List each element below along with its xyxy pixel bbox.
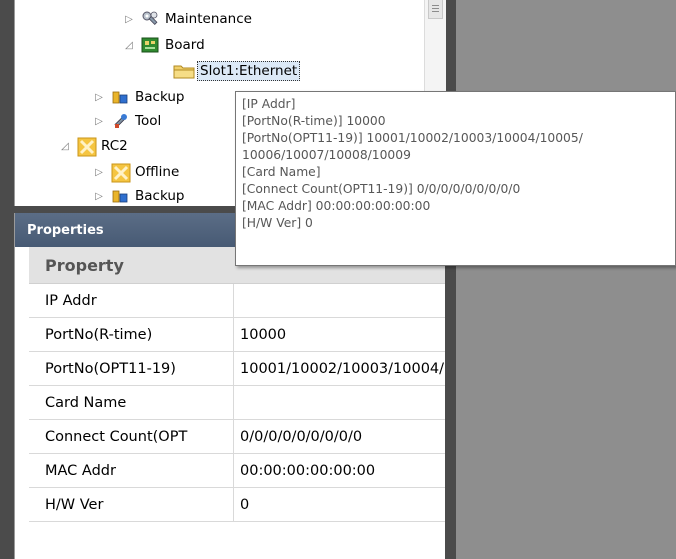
property-value[interactable]: 10000 <box>234 318 445 351</box>
table-row[interactable]: Connect Count(OPT 0/0/0/0/0/0/0/0/0 <box>29 420 445 454</box>
grip-line <box>432 5 439 6</box>
property-value[interactable] <box>234 284 445 317</box>
property-name: Card Name <box>29 386 234 419</box>
maintenance-icon <box>141 10 159 28</box>
offline-icon <box>111 163 131 183</box>
grip-line <box>432 8 439 9</box>
table-row[interactable]: PortNo(OPT11-19) 10001/10002/10003/10004… <box>29 352 445 386</box>
tooltip-line: [PortNo(OPT11-19)] 10001/10002/10003/100… <box>242 131 583 145</box>
property-name: PortNo(R-time) <box>29 318 234 351</box>
workspace-area <box>456 0 676 559</box>
property-value[interactable]: 0 <box>234 488 445 521</box>
property-value[interactable]: 10001/10002/10003/10004/10005/10006/1000… <box>234 352 445 385</box>
tooltip-line: [IP Addr] <box>242 97 296 111</box>
property-name: Connect Count(OPT <box>29 420 234 453</box>
tooltip: [IP Addr] [PortNo(R-time)] 10000 [PortNo… <box>235 91 676 266</box>
property-value[interactable]: 0/0/0/0/0/0/0/0/0 <box>234 420 445 453</box>
grip-line <box>432 11 439 12</box>
tool-icon <box>111 112 129 130</box>
board-icon <box>141 36 159 54</box>
tooltip-line: [MAC Addr] 00:00:00:00:00:00 <box>242 199 431 213</box>
robot-controller-icon <box>77 137 97 157</box>
property-value[interactable] <box>234 386 445 419</box>
scrollbar-thumb[interactable] <box>428 0 443 19</box>
tree-item-tool[interactable]: ▷ Tool <box>93 110 161 132</box>
tree-item-backup[interactable]: ▷ Backup <box>93 185 185 207</box>
tree-item-rc2[interactable]: ◿ RC2 <box>59 135 128 157</box>
collapse-arrow-icon[interactable]: ◿ <box>123 39 135 51</box>
tree-item-label: Backup <box>135 188 185 204</box>
tooltip-line: [PortNo(R-time)] 10000 <box>242 114 386 128</box>
tree-item-board[interactable]: ◿ Board <box>123 34 205 56</box>
table-row[interactable]: H/W Ver 0 <box>29 488 445 522</box>
expand-arrow-icon[interactable]: ▷ <box>93 166 105 178</box>
backup-icon <box>111 187 129 205</box>
table-row[interactable]: Card Name <box>29 386 445 420</box>
tree-item-label: Slot1:Ethernet <box>197 61 301 81</box>
property-value[interactable]: 00:00:00:00:00:00 <box>234 454 445 487</box>
table-row[interactable]: IP Addr <box>29 284 445 318</box>
backup-icon <box>111 88 129 106</box>
tooltip-line: 10006/10007/10008/10009 <box>242 148 411 162</box>
tree-item-label: Offline <box>135 164 180 180</box>
tree-item-slot1-ethernet[interactable]: Slot1:Ethernet <box>173 60 301 82</box>
table-row[interactable]: PortNo(R-time) 10000 <box>29 318 445 352</box>
property-name: IP Addr <box>29 284 234 317</box>
expand-arrow-icon[interactable]: ▷ <box>93 91 105 103</box>
tree-item-label: Tool <box>135 113 162 129</box>
tree-item-label: Backup <box>135 89 185 105</box>
tree-item-label: Board <box>165 37 205 53</box>
expand-arrow-icon[interactable]: ▷ <box>93 115 105 127</box>
tooltip-line: [Card Name] <box>242 165 321 179</box>
property-name: H/W Ver <box>29 488 234 521</box>
tree-item-maintenance[interactable]: ▷ Maintenance <box>123 8 252 30</box>
tooltip-line: [H/W Ver] 0 <box>242 216 313 230</box>
expand-arrow-icon[interactable]: ▷ <box>123 13 135 25</box>
expand-arrow-icon[interactable]: ▷ <box>93 190 105 202</box>
table-row[interactable]: MAC Addr 00:00:00:00:00:00 <box>29 454 445 488</box>
folder-icon <box>173 62 195 80</box>
property-name: MAC Addr <box>29 454 234 487</box>
property-grid: Property IP Addr PortNo(R-time) 10000 Po… <box>29 247 445 522</box>
tooltip-line: [Connect Count(OPT11-19)] 0/0/0/0/0/0/0/… <box>242 182 521 196</box>
property-name: PortNo(OPT11-19) <box>29 352 234 385</box>
tree-item-label: Maintenance <box>165 11 252 27</box>
tree-item-offline[interactable]: ▷ Offline <box>93 161 179 183</box>
tree-item-backup[interactable]: ▷ Backup <box>93 86 185 108</box>
collapse-arrow-icon[interactable]: ◿ <box>59 140 71 152</box>
tree-item-label: RC2 <box>101 138 128 154</box>
